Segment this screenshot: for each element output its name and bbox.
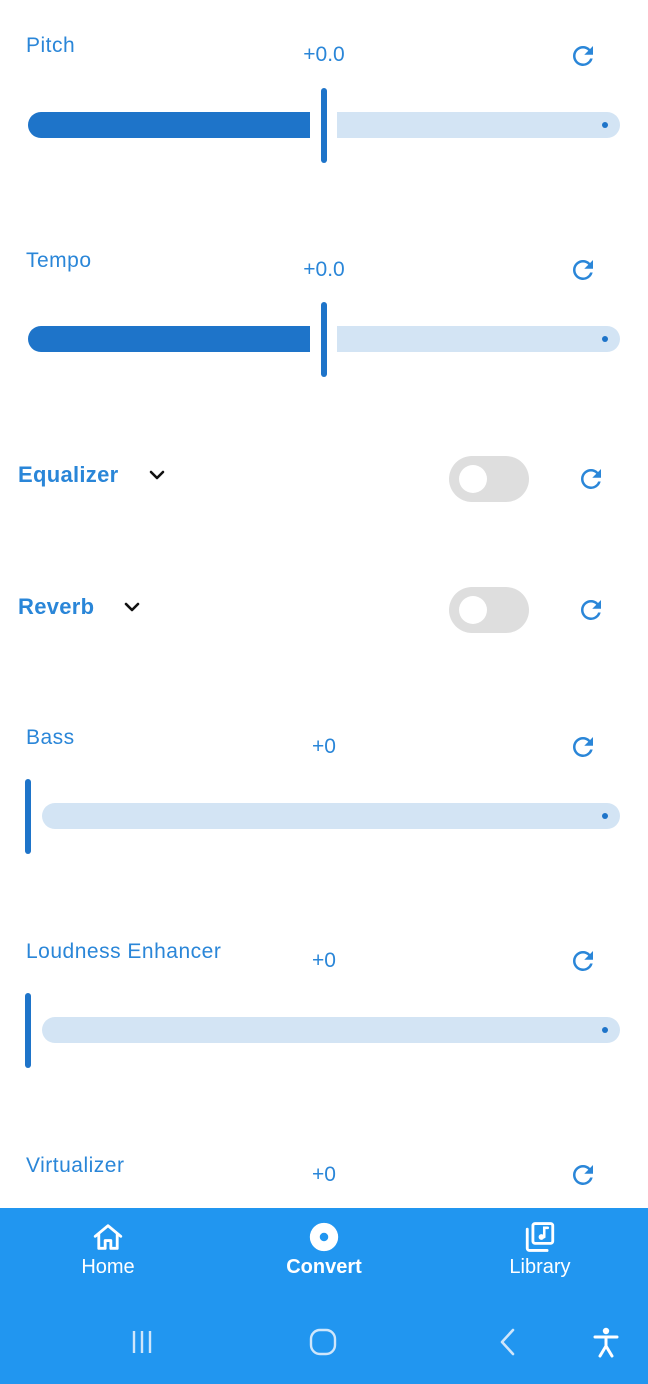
tempo-track-active: [28, 326, 310, 352]
equalizer-label: Equalizer: [18, 462, 119, 487]
back-icon[interactable]: [488, 1326, 528, 1358]
tempo-end-dot: [602, 336, 608, 342]
chevron-down-icon[interactable]: [145, 463, 169, 487]
home-circle-icon[interactable]: [303, 1326, 343, 1358]
accessibility-icon[interactable]: [586, 1324, 626, 1360]
pitch-slider[interactable]: [28, 88, 620, 163]
bass-track-inactive: [42, 803, 620, 829]
reverb-reset-icon[interactable]: [573, 592, 609, 628]
bass-end-dot: [602, 813, 608, 819]
tempo-value: +0.0: [303, 258, 345, 281]
loudness-reset-icon[interactable]: [565, 943, 601, 979]
chevron-down-icon[interactable]: [120, 595, 144, 619]
pitch-track-active: [28, 112, 310, 138]
loudness-slider[interactable]: [25, 993, 620, 1068]
toggle-knob: [459, 596, 487, 624]
nav-convert[interactable]: Convert: [244, 1220, 404, 1300]
pitch-thumb[interactable]: [321, 88, 327, 163]
equalizer-toggle[interactable]: [449, 456, 529, 502]
tempo-reset-icon[interactable]: [565, 252, 601, 288]
loudness-thumb[interactable]: [25, 993, 31, 1068]
nav-library-label: Library: [509, 1256, 571, 1278]
loudness-end-dot: [602, 1027, 608, 1033]
reverb-label: Reverb: [18, 594, 95, 619]
disc-icon: [244, 1220, 404, 1254]
reverb-header[interactable]: Reverb: [18, 594, 144, 620]
tempo-thumb[interactable]: [321, 302, 327, 377]
pitch-value: +0.0: [303, 43, 345, 66]
reverb-toggle[interactable]: [449, 587, 529, 633]
pitch-reset-icon[interactable]: [565, 38, 601, 74]
tempo-slider[interactable]: [28, 302, 620, 377]
bass-slider[interactable]: [25, 779, 620, 854]
equalizer-reset-icon[interactable]: [573, 461, 609, 497]
tempo-label: Tempo: [26, 249, 92, 272]
equalizer-header[interactable]: Equalizer: [18, 462, 169, 488]
nav-home-label: Home: [81, 1256, 135, 1278]
toggle-knob: [459, 465, 487, 493]
bass-reset-icon[interactable]: [565, 729, 601, 765]
recent-apps-icon[interactable]: [122, 1326, 162, 1358]
tempo-track-inactive: [337, 326, 620, 352]
bass-value: +0: [312, 735, 336, 758]
music-library-icon: [460, 1220, 620, 1254]
loudness-label: Loudness Enhancer: [26, 940, 222, 963]
bottom-navigation: Home Convert Library: [0, 1208, 648, 1384]
home-icon: [28, 1220, 188, 1254]
virtualizer-value: +0: [312, 1163, 336, 1186]
nav-convert-label: Convert: [286, 1256, 362, 1278]
bass-thumb[interactable]: [25, 779, 31, 854]
bass-label: Bass: [26, 726, 75, 749]
loudness-value: +0: [312, 949, 336, 972]
nav-home[interactable]: Home: [28, 1220, 188, 1300]
nav-library[interactable]: Library: [460, 1220, 620, 1300]
virtualizer-label: Virtualizer: [26, 1154, 125, 1177]
pitch-end-dot: [602, 122, 608, 128]
pitch-label: Pitch: [26, 34, 76, 57]
virtualizer-reset-icon[interactable]: [565, 1157, 601, 1193]
pitch-track-inactive: [337, 112, 620, 138]
loudness-track-inactive: [42, 1017, 620, 1043]
